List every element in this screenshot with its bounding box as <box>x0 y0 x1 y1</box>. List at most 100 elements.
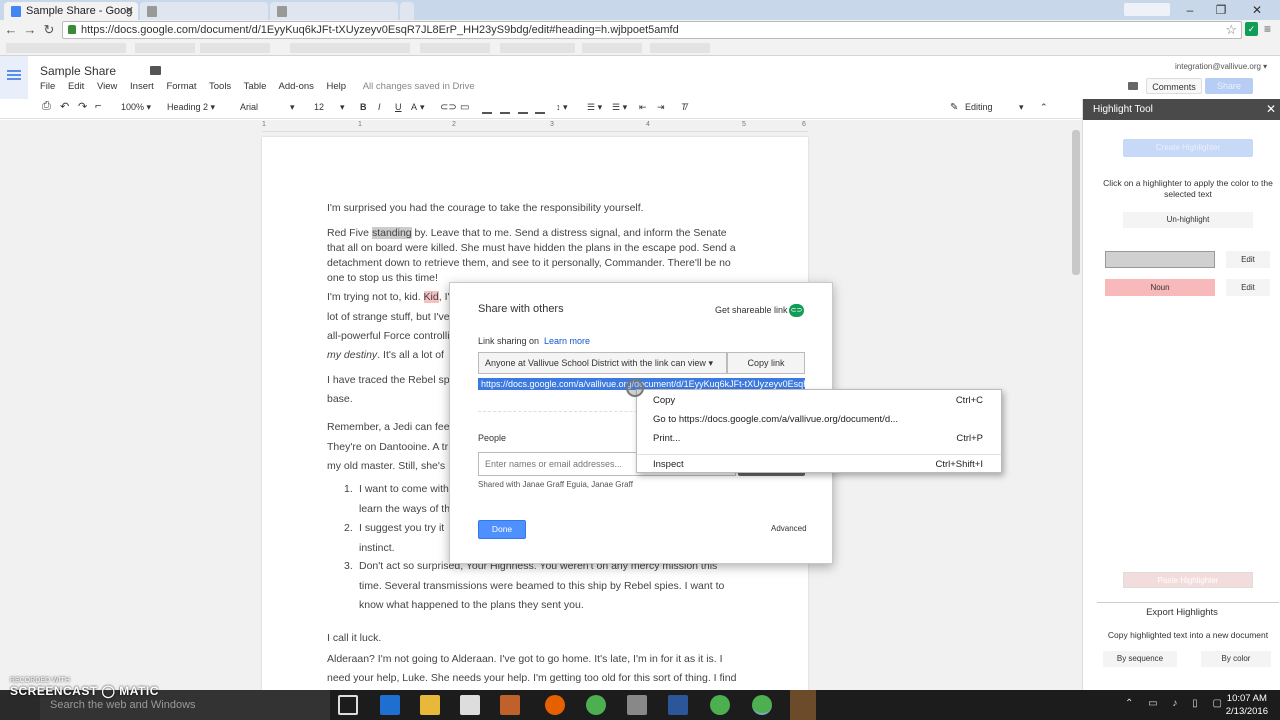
address-bar[interactable]: https://docs.google.com/document/d/1EyyK… <box>62 21 1242 39</box>
paragraph-line[interactable]: need your help, Luke. She needs your hel… <box>327 671 747 686</box>
context-print[interactable]: Print... <box>653 433 680 444</box>
redo-icon[interactable]: ↷ <box>78 100 87 113</box>
ruler[interactable]: 1 1 2 3 4 5 6 <box>262 120 808 132</box>
link-access-select[interactable]: Anyone at Vallivue School District with … <box>478 352 727 374</box>
menu-tools[interactable]: Tools <box>209 81 231 92</box>
browser-tab-2[interactable] <box>140 2 268 20</box>
bookmark-item[interactable] <box>420 43 490 53</box>
context-goto[interactable]: Go to https://docs.google.com/a/vallivue… <box>653 414 898 425</box>
bookmark-star-icon[interactable]: ☆ <box>1225 22 1237 38</box>
edge-icon[interactable] <box>380 695 400 715</box>
document-title[interactable]: Sample Share <box>40 64 116 78</box>
new-tab-button[interactable] <box>400 2 414 20</box>
bulleted-list-icon[interactable]: ☰ ▾ <box>612 102 627 113</box>
highlighter-swatch-noun[interactable]: Noun <box>1105 279 1215 296</box>
menu-addons[interactable]: Add-ons <box>279 81 314 92</box>
close-panel-icon[interactable]: ✕ <box>1266 99 1276 120</box>
bookmark-item[interactable] <box>200 43 270 53</box>
underline-button[interactable]: U <box>395 102 402 112</box>
menu-help[interactable]: Help <box>327 81 347 92</box>
style-select[interactable]: Heading 2 ▾ <box>167 102 215 113</box>
print-icon[interactable]: ⎙ <box>42 100 51 113</box>
create-highlighter-button[interactable]: Create Highlighter <box>1123 139 1253 157</box>
collapse-toolbar-icon[interactable]: ⌃ <box>1040 102 1048 113</box>
align-center-icon[interactable] <box>500 104 510 114</box>
paragraph[interactable]: I call it luck. <box>327 631 747 646</box>
paragraph[interactable]: I'm surprised you had the courage to tak… <box>327 201 747 216</box>
text-color-button[interactable]: A <box>411 102 417 112</box>
paragraph[interactable]: Red Five standing by. Leave that to me. … <box>327 226 747 286</box>
numbered-list-icon[interactable]: ☰ ▾ <box>587 102 602 113</box>
comment-icon[interactable] <box>1128 82 1138 90</box>
back-arrow-icon[interactable]: ← <box>3 22 19 38</box>
media-icon[interactable] <box>500 695 520 715</box>
context-inspect[interactable]: Inspect <box>653 459 684 470</box>
link-icon[interactable]: ⊂⊃ <box>440 102 457 113</box>
menu-table[interactable]: Table <box>244 81 267 92</box>
undo-icon[interactable]: ↶ <box>60 100 69 113</box>
menu-insert[interactable]: Insert <box>130 81 154 92</box>
export-by-sequence-button[interactable]: By sequence <box>1103 651 1177 667</box>
highlighter-swatch-gray[interactable] <box>1105 251 1215 268</box>
taskbar-clock[interactable]: 10:07 AM 2/13/2016 <box>1226 692 1268 718</box>
menu-file[interactable]: File <box>40 81 55 92</box>
forward-arrow-icon[interactable]: → <box>22 22 38 38</box>
align-right-icon[interactable] <box>518 104 528 114</box>
advanced-link[interactable]: Advanced <box>771 524 807 533</box>
bold-button[interactable]: B <box>360 102 367 112</box>
bookmark-item[interactable] <box>290 43 410 53</box>
italic-button[interactable]: I <box>378 102 381 112</box>
bookmark-item[interactable] <box>500 43 575 53</box>
text-color-dropdown-icon[interactable]: ▾ <box>420 102 425 113</box>
chrome-icon-active[interactable] <box>752 695 772 715</box>
chrome-icon-2[interactable] <box>710 695 730 715</box>
browser-tab-3[interactable] <box>270 2 398 20</box>
context-copy[interactable]: Copy <box>653 395 675 406</box>
clear-formatting-icon[interactable]: T̸ <box>681 102 687 112</box>
task-view-icon[interactable] <box>338 695 358 715</box>
screencast-icon[interactable] <box>790 690 816 720</box>
learn-more-link[interactable]: Learn more <box>544 336 590 346</box>
chrome-icon[interactable] <box>586 695 606 715</box>
store-icon[interactable] <box>460 695 480 715</box>
increase-indent-icon[interactable]: ⇥ <box>657 102 665 113</box>
word-icon[interactable] <box>668 695 688 715</box>
extension-icon[interactable]: ✓ <box>1245 22 1258 36</box>
line-spacing-icon[interactable]: ↕ ▾ <box>556 102 568 113</box>
account-email[interactable]: integration@vallivue.org ▾ <box>1175 62 1267 71</box>
edit-swatch-button[interactable]: Edit <box>1226 279 1270 296</box>
firefox-icon[interactable] <box>545 695 565 715</box>
align-justify-icon[interactable] <box>535 104 545 114</box>
menu-format[interactable]: Format <box>166 81 196 92</box>
comments-button[interactable]: Comments <box>1146 78 1202 94</box>
reload-icon[interactable]: ↻ <box>41 22 57 38</box>
docs-home-icon[interactable] <box>0 56 28 99</box>
link-toggle-icon[interactable]: ⊂⊃ <box>789 304 804 317</box>
system-tray-icons[interactable]: ⌃ ▭ ♪ ▯ ▢ <box>1125 698 1228 709</box>
font-select[interactable]: Arial ▾ <box>240 102 296 112</box>
comment-add-icon[interactable]: ▭ <box>460 102 469 113</box>
font-size-select[interactable]: 12 ▾ <box>314 102 345 112</box>
close-window-icon[interactable]: ✕ <box>1242 1 1272 19</box>
bookmark-item[interactable] <box>6 43 126 53</box>
bookmark-item[interactable] <box>650 43 710 53</box>
editing-mode-select[interactable]: Editing ▾ <box>965 102 1025 112</box>
menu-edit[interactable]: Edit <box>68 81 84 92</box>
file-explorer-icon[interactable] <box>420 695 440 715</box>
paint-format-icon[interactable]: ⌐ <box>95 100 101 112</box>
paragraph-line[interactable]: Alderaan? I'm not going to Alderaan. I'v… <box>327 652 747 667</box>
decrease-indent-icon[interactable]: ⇤ <box>639 102 647 113</box>
zoom-select[interactable]: 100% ▾ <box>121 102 151 113</box>
get-shareable-link[interactable]: Get shareable link <box>715 305 788 315</box>
edit-swatch-button[interactable]: Edit <box>1226 251 1270 268</box>
folder-icon[interactable] <box>150 66 161 75</box>
unhighlight-button[interactable]: Un-highlight <box>1123 212 1253 228</box>
maximize-icon[interactable]: ❐ <box>1206 1 1236 19</box>
close-tab-icon[interactable]: ✕ <box>125 4 134 17</box>
share-button[interactable]: Share <box>1205 78 1253 94</box>
browser-tab-active[interactable]: Sample Share - Goog ✕ <box>4 2 138 20</box>
bookmark-item[interactable] <box>135 43 195 53</box>
paste-highlighter-button[interactable]: Paste Highlighter <box>1123 572 1253 588</box>
export-by-color-button[interactable]: By color <box>1201 651 1271 667</box>
menu-view[interactable]: View <box>97 81 117 92</box>
